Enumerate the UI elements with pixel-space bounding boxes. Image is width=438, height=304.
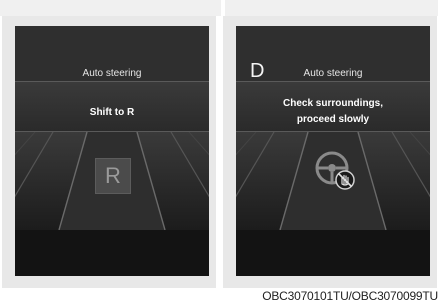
display-title: Auto steering: [82, 68, 142, 79]
top-strip: [0, 0, 438, 16]
gear-display: R: [95, 158, 131, 194]
display-footer: [236, 230, 430, 276]
figure-caption: OBC3070101TU/OBC3070099TU: [262, 289, 438, 303]
display-title: Auto steering: [303, 68, 363, 79]
display-footer: [15, 230, 209, 276]
warning-message: Shift to R: [89, 107, 135, 118]
cluster-display-right: D Auto steering Check surroundings, proc…: [236, 26, 430, 276]
steering-wheel-hand-icon: [315, 151, 355, 190]
cluster-display-left: Auto steering Shift to R R: [15, 26, 209, 276]
warning-message-line2: proceed slowly: [296, 114, 370, 125]
warning-message-line1: Check surroundings,: [282, 98, 383, 109]
